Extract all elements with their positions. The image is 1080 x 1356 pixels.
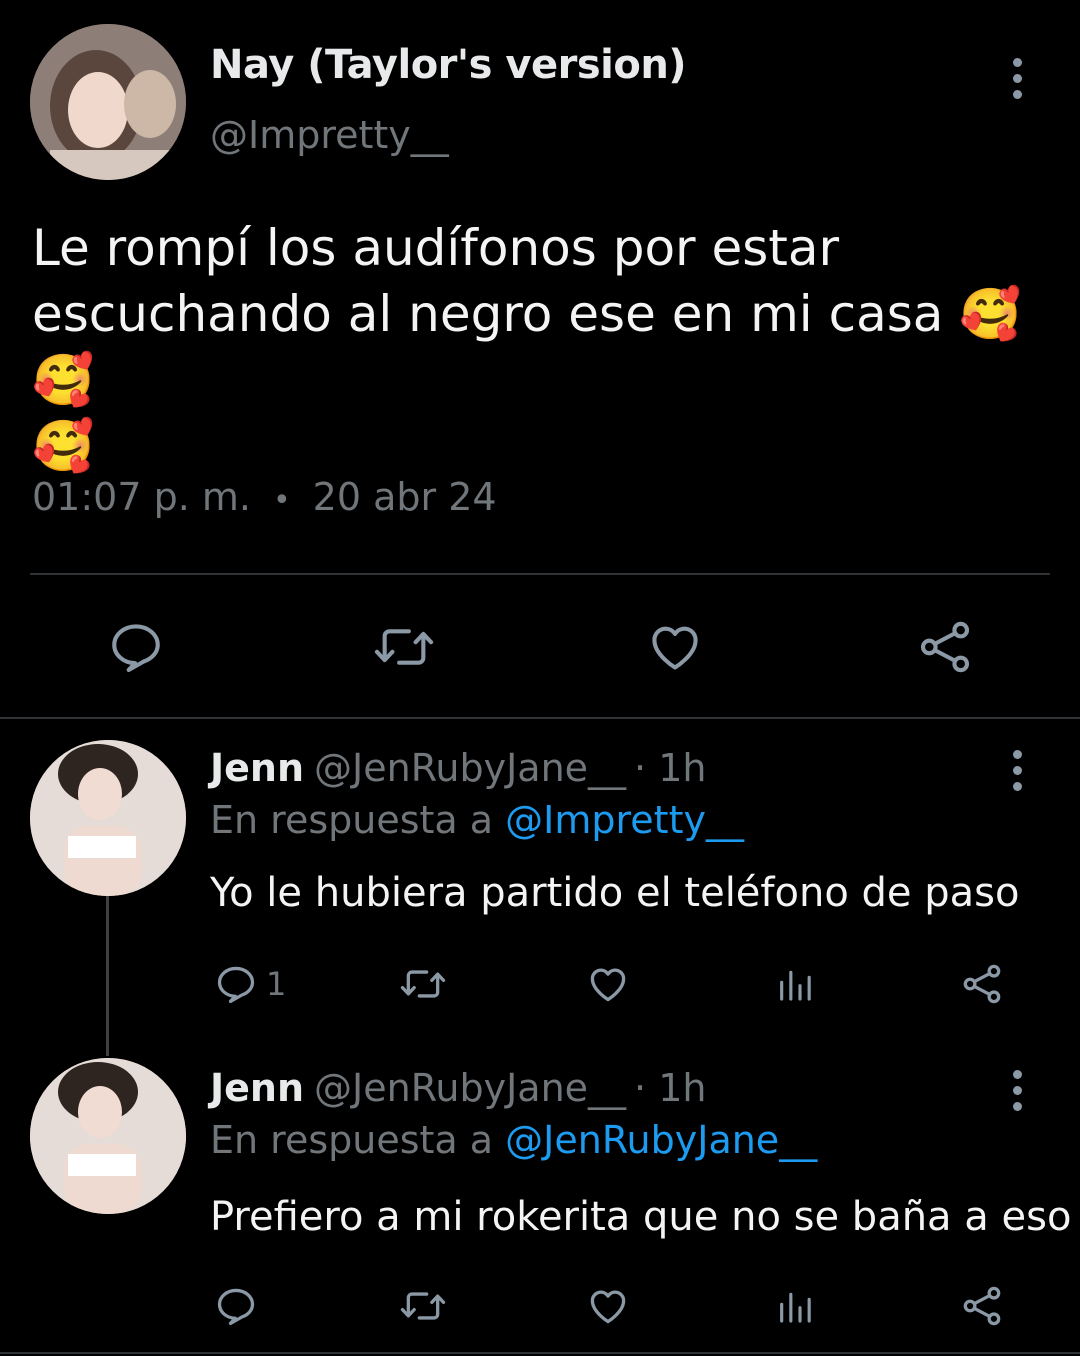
reply-context: En respuesta a @Impretty__ bbox=[210, 798, 744, 842]
views-button[interactable] bbox=[775, 1284, 815, 1328]
retweet-button[interactable] bbox=[371, 618, 437, 676]
more-options-icon[interactable] bbox=[1007, 1070, 1027, 1111]
reply-icon bbox=[217, 1288, 255, 1326]
analytics-icon bbox=[780, 1292, 811, 1323]
like-icon bbox=[652, 626, 698, 670]
reply-avatar[interactable] bbox=[30, 740, 186, 896]
reply-count: 1 bbox=[266, 965, 287, 1003]
tweet-text-line-1: Le rompí los audífonos por estar bbox=[32, 219, 840, 277]
reply-button[interactable] bbox=[214, 1284, 258, 1328]
reply-age: · 1h bbox=[634, 1066, 707, 1110]
divider bbox=[30, 573, 1050, 575]
reply-text: Prefiero a mi rokerita que no se baña a … bbox=[210, 1194, 1072, 1240]
reply-handle[interactable]: @JenRubyJane__ bbox=[314, 746, 626, 790]
author-display-name[interactable]: Nay (Taylor's version) bbox=[210, 42, 687, 88]
reply-age: · 1h bbox=[634, 746, 707, 790]
author-handle[interactable]: @Impretty__ bbox=[210, 113, 449, 157]
reply-prefix: En respuesta a bbox=[210, 798, 494, 842]
analytics-icon bbox=[780, 970, 811, 1001]
share-icon bbox=[920, 621, 970, 673]
reply-text: Yo le hubiera partido el teléfono de pas… bbox=[210, 870, 1020, 916]
like-button[interactable] bbox=[586, 1284, 630, 1328]
more-options-icon[interactable] bbox=[1007, 750, 1027, 791]
retweet-icon bbox=[400, 1292, 446, 1320]
tweet-timestamp: 01:07 p. m. • 20 abr 24 bbox=[32, 475, 497, 519]
tweet-text-line-2: escuchando al negro ese en mi casa 🥰🥰 bbox=[32, 281, 1072, 413]
tweet-time: 01:07 p. m. bbox=[32, 475, 251, 519]
tweet-text: Le rompí los audífonos por estar escucha… bbox=[32, 215, 1072, 479]
reply-display-name[interactable]: Jenn bbox=[210, 746, 304, 790]
reply-author[interactable]: Jenn @JenRubyJane__ · 1h bbox=[210, 1066, 706, 1110]
share-icon bbox=[963, 1286, 1001, 1326]
divider bbox=[0, 717, 1080, 719]
smiling-hearts-emoji: 🥰 bbox=[32, 417, 95, 475]
reply-icon bbox=[112, 624, 160, 673]
retweet-icon bbox=[400, 970, 446, 998]
share-icon bbox=[963, 964, 1001, 1004]
reply-handle[interactable]: @JenRubyJane__ bbox=[314, 1066, 626, 1110]
tweet-detail-screen: Nay (Taylor's version) @Impretty__ Le ro… bbox=[0, 0, 1080, 1356]
separator-dot: • bbox=[272, 483, 291, 518]
retweet-button[interactable] bbox=[397, 1284, 449, 1328]
retweet-icon bbox=[374, 629, 434, 665]
retweet-button[interactable] bbox=[397, 962, 449, 1006]
reply-display-name[interactable]: Jenn bbox=[210, 1066, 304, 1110]
tweet-text-line-2-text: escuchando al negro ese en mi casa bbox=[32, 285, 944, 343]
mention-link[interactable]: @JenRubyJane__ bbox=[505, 1118, 817, 1162]
like-icon bbox=[590, 968, 626, 1002]
views-button[interactable] bbox=[775, 962, 815, 1006]
mention-link[interactable]: @Impretty__ bbox=[505, 798, 744, 842]
reply-button[interactable]: 1 bbox=[214, 962, 286, 1006]
like-icon bbox=[590, 1290, 626, 1324]
author-avatar[interactable] bbox=[30, 24, 186, 180]
reply-avatar[interactable] bbox=[30, 1058, 186, 1214]
reply-button[interactable] bbox=[107, 618, 165, 676]
reply-author[interactable]: Jenn @JenRubyJane__ · 1h bbox=[210, 746, 706, 790]
like-button[interactable] bbox=[646, 618, 704, 676]
thread-connector-line bbox=[106, 896, 109, 1056]
like-button[interactable] bbox=[586, 962, 630, 1006]
tweet-date: 20 abr 24 bbox=[312, 475, 497, 519]
share-button[interactable] bbox=[960, 1284, 1004, 1328]
share-button[interactable] bbox=[916, 618, 974, 676]
reply-prefix: En respuesta a bbox=[210, 1118, 494, 1162]
share-button[interactable] bbox=[960, 962, 1004, 1006]
reply-icon bbox=[217, 966, 255, 1004]
reply-context: En respuesta a @JenRubyJane__ bbox=[210, 1118, 817, 1162]
more-options-icon[interactable] bbox=[1007, 58, 1027, 99]
divider bbox=[0, 1352, 1080, 1354]
